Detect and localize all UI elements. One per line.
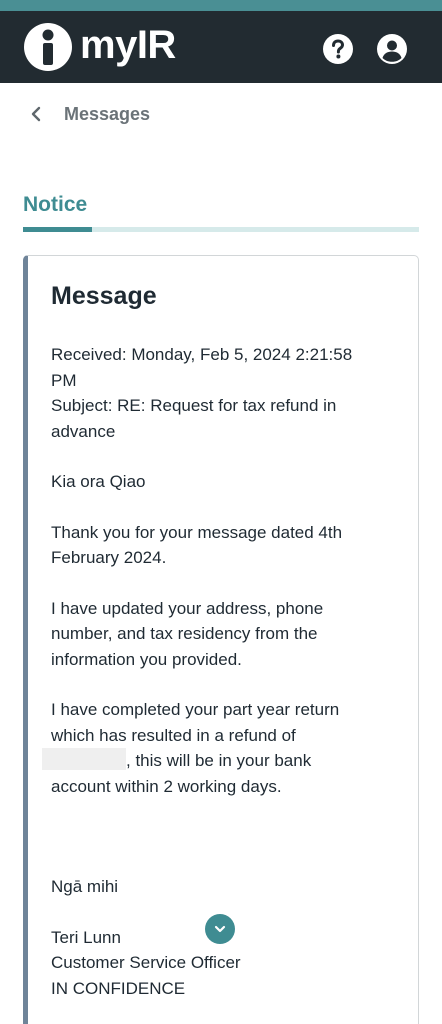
message-title: Message [51, 282, 157, 310]
chevron-left-icon [31, 106, 41, 122]
back-link-label: Messages [64, 103, 151, 124]
scroll-down-button[interactable] [205, 914, 235, 944]
paragraph-refund: I have completed your part year return w… [42, 697, 391, 799]
account-icon[interactable] [376, 33, 408, 65]
info-logo-icon[interactable] [22, 21, 74, 73]
app-header: myIR [0, 11, 442, 83]
received-line: Received: Monday, Feb 5, 2024 2:21:58 PM [51, 345, 353, 390]
tab-notice[interactable]: Notice [23, 193, 87, 217]
paragraph-thanks: Thank you for your message dated 4th Feb… [51, 522, 343, 568]
sign-off: Ngā mihi [51, 877, 119, 896]
paragraph-updates: I have updated your address, phone numbe… [51, 598, 324, 669]
brand-name[interactable]: myIR [80, 23, 176, 67]
help-icon[interactable] [322, 33, 354, 65]
tab-active-indicator [23, 227, 92, 232]
signature-title: Customer Service Officer [51, 953, 241, 972]
greeting: Kia ora Qiao [51, 472, 146, 491]
message-body: Received: Monday, Feb 5, 2024 2:21:58 PM… [42, 342, 391, 1001]
subject-line: Subject: RE: Request for tax refund in a… [51, 396, 337, 441]
confidential-label: IN CONFIDENCE [51, 978, 186, 998]
message-card: Message Received: Monday, Feb 5, 2024 2:… [23, 255, 419, 1024]
top-accent-strip [0, 0, 442, 11]
back-to-messages-link[interactable]: Messages [26, 100, 150, 128]
chevron-down-icon [214, 925, 226, 933]
redacted-amount [42, 748, 126, 770]
